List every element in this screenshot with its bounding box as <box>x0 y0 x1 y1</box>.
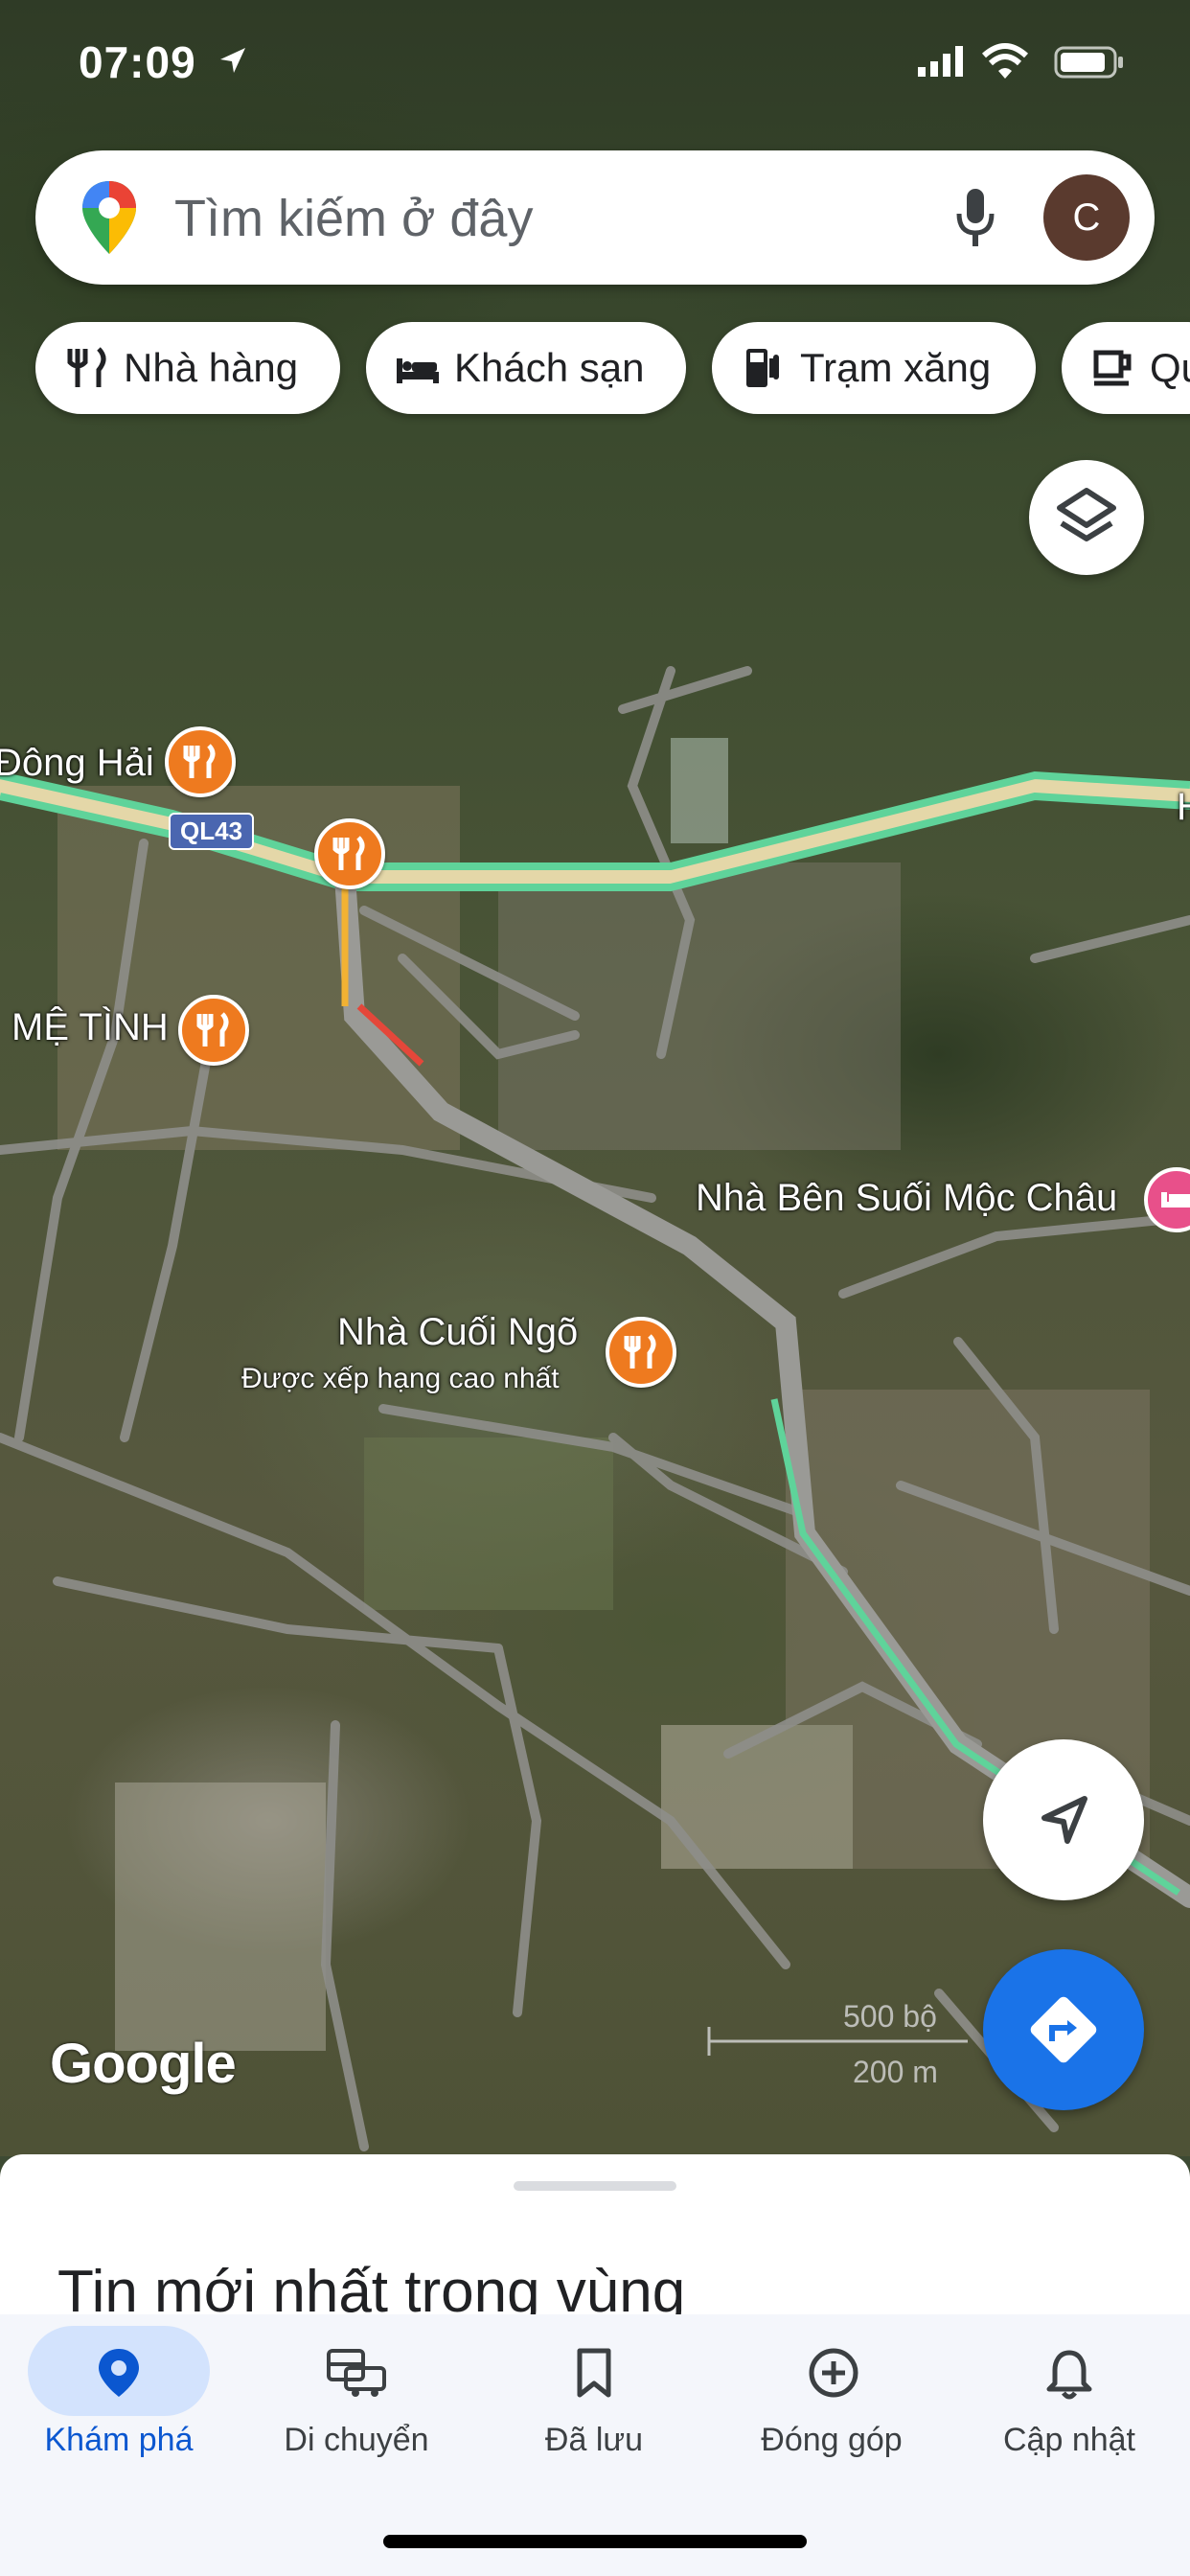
bell-icon <box>1046 2350 1092 2400</box>
nav-label: Cập nhật <box>1003 2422 1135 2458</box>
location-pin-icon <box>99 2349 139 2397</box>
status-bar: 07:09 <box>0 0 1190 125</box>
gas-pump-icon <box>746 349 779 387</box>
nav-label: Đóng góp <box>761 2422 903 2458</box>
poi-me-tinh[interactable]: MỆ TÌNH <box>11 1006 169 1049</box>
sheet-drag-handle[interactable] <box>514 2181 676 2191</box>
microphone-icon[interactable] <box>953 187 997 250</box>
poi-dong-hai[interactable]: Đông Hải <box>0 742 154 785</box>
google-attribution: Google <box>50 2033 237 2095</box>
scale-m: 200 m <box>853 2055 938 2089</box>
restaurant-pin[interactable] <box>178 995 249 1066</box>
directions-icon <box>1030 1996 1097 2063</box>
coffee-cup-icon <box>1093 350 1132 386</box>
scale-ft: 500 bộ <box>843 1999 937 2034</box>
location-arrow-icon <box>220 48 245 73</box>
directions-button[interactable] <box>983 1949 1144 2110</box>
poi-nha-ben-suoi[interactable]: Nhà Bên Suối Mộc Châu <box>696 1177 1117 1220</box>
search-bar[interactable]: Tìm kiếm ở đây C <box>35 150 1155 285</box>
chip-gas-stations[interactable]: Trạm xăng <box>712 322 1036 414</box>
restaurant-pin[interactable] <box>606 1317 676 1388</box>
nav-contribute[interactable]: Đóng góp <box>713 2314 950 2487</box>
restaurant-pin[interactable] <box>314 818 385 889</box>
add-circle-icon <box>809 2348 858 2398</box>
nav-explore[interactable]: Khám phá <box>0 2314 238 2487</box>
my-location-button[interactable] <box>983 1739 1144 1900</box>
car-transit-icon <box>327 2349 386 2397</box>
wifi-icon <box>981 43 1029 79</box>
hotel-pin[interactable] <box>1144 1167 1190 1232</box>
nav-commute[interactable]: Di chuyển <box>238 2314 475 2487</box>
cellular-signal-icon <box>918 46 963 77</box>
restaurant-pin[interactable] <box>165 726 236 797</box>
nav-saved[interactable]: Đã lưu <box>475 2314 713 2487</box>
fork-knife-icon <box>67 347 106 387</box>
bed-icon <box>397 358 439 383</box>
home-indicator <box>383 2535 807 2548</box>
status-time: 07:09 <box>79 37 196 87</box>
nav-updates[interactable]: Cập nhật <box>950 2314 1188 2487</box>
layers-icon <box>1057 488 1116 541</box>
chip-hotels[interactable]: Khách sạn <box>366 322 686 414</box>
nav-label: Đã lưu <box>544 2422 644 2458</box>
google-maps-pin-icon <box>82 181 136 254</box>
avatar[interactable]: C <box>1043 174 1130 261</box>
edge-label: H <box>1177 786 1190 829</box>
chip-restaurants[interactable]: Nhà hàng <box>35 322 340 414</box>
chip-label: Nhà hàng <box>124 345 299 390</box>
layers-button[interactable] <box>1029 460 1144 575</box>
nav-label: Khám phá <box>44 2422 194 2458</box>
bookmark-icon <box>577 2348 611 2398</box>
nav-label: Di chuyển <box>284 2422 429 2458</box>
chip-label: Trạm xăng <box>800 345 992 390</box>
chip-label: Khách sạn <box>454 345 645 390</box>
chip-coffee[interactable]: Qu <box>1062 322 1190 414</box>
poi-nha-cuoi-ngo[interactable]: Nhà Cuối Ngõ <box>337 1311 578 1354</box>
poi-subtitle: Được xếp hạng cao nhất <box>241 1363 560 1394</box>
navigation-arrow-icon <box>1041 1796 1087 1844</box>
battery-icon <box>1054 46 1123 79</box>
road-shield-ql43: QL43 <box>169 813 255 850</box>
search-input[interactable]: Tìm kiếm ở đây <box>174 189 533 248</box>
chip-label: Qu <box>1150 345 1190 390</box>
